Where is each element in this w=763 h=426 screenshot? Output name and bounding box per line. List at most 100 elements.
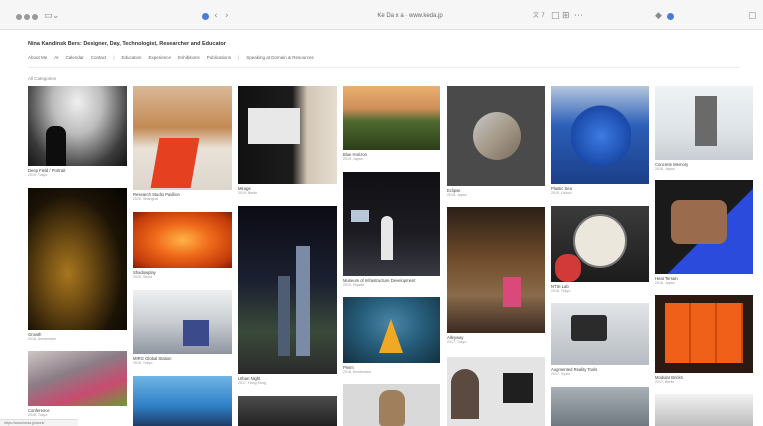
project-thumbnail[interactable]: [343, 86, 440, 150]
project-meta: 2019, Tokyo: [28, 173, 48, 177]
nav-publications[interactable]: Publications: [207, 54, 231, 62]
project-thumbnail[interactable]: [655, 394, 753, 426]
nav-separator: |: [238, 55, 240, 60]
nav-experience[interactable]: Experience: [149, 54, 172, 62]
project-card[interactable]: Growth 2018, Amsterdam: [28, 188, 127, 343]
screen-shape: [248, 108, 300, 144]
project-thumbnail[interactable]: [28, 188, 127, 330]
project-thumbnail[interactable]: [551, 86, 649, 184]
close-window-button[interactable]: [16, 14, 22, 20]
disc-shape: [473, 112, 521, 160]
project-thumbnail[interactable]: [28, 86, 127, 166]
project-thumbnail[interactable]: [133, 376, 232, 426]
project-card[interactable]: Deep Field / Portrait 2019, Tokyo: [28, 86, 127, 180]
project-thumbnail[interactable]: [551, 387, 649, 426]
project-thumbnail[interactable]: [655, 180, 753, 274]
bookmark-icon[interactable]: ⊞: [562, 10, 570, 22]
tabs-overview-icon[interactable]: ▢: [748, 10, 757, 22]
project-card[interactable]: Modular Bricks 2017, Berlin: [655, 295, 753, 387]
nav-education[interactable]: Education: [121, 54, 141, 62]
project-card[interactable]: Eclipse 2018, Japan: [447, 86, 545, 200]
project-thumbnail[interactable]: [343, 384, 440, 426]
person-shape: [451, 369, 479, 419]
category-filter[interactable]: All Categories: [28, 76, 56, 81]
project-card[interactable]: Conference 2016, Tokyo: [28, 351, 127, 426]
project-card[interactable]: MIRG Global Station 2018, Tokyo: [133, 290, 232, 370]
share-icon[interactable]: □: [551, 10, 560, 22]
frame-shape: [503, 373, 533, 403]
glove-shape: [571, 96, 631, 176]
project-card[interactable]: [551, 387, 649, 426]
project-thumbnail[interactable]: [133, 212, 232, 268]
project-card[interactable]: Alleyway 2017, Tokyo: [447, 207, 545, 347]
nav-exhibitions[interactable]: Exhibitions: [178, 54, 200, 62]
site-nav: About Me AI Calendar Contact | Education…: [28, 54, 314, 62]
project-card[interactable]: [343, 384, 440, 426]
project-meta: 2019, Lisbon: [551, 191, 572, 195]
project-meta: 2018, Amsterdam: [343, 370, 372, 374]
chevron-down-icon[interactable]: ⌄: [52, 10, 60, 22]
extension-icon[interactable]: ◆: [655, 10, 662, 22]
nav-calendar[interactable]: Calendar: [66, 54, 84, 62]
project-thumbnail[interactable]: [343, 297, 440, 363]
nav-separator: |: [113, 55, 115, 60]
project-thumbnail[interactable]: [28, 351, 127, 406]
project-thumbnail[interactable]: [447, 357, 545, 426]
project-card[interactable]: Prism 2018, Amsterdam: [343, 297, 440, 377]
divider: [28, 67, 740, 68]
badge-shape: [573, 214, 627, 268]
shield-icon[interactable]: [202, 13, 209, 20]
back-icon[interactable]: ‹: [214, 10, 218, 22]
project-card[interactable]: Concrete Memory 2016, Japan: [655, 86, 753, 174]
project-thumbnail[interactable]: [238, 86, 337, 184]
project-card[interactable]: Plastic Sea 2019, Lisbon: [551, 86, 649, 198]
project-card[interactable]: [238, 396, 337, 426]
project-thumbnail[interactable]: [133, 290, 232, 354]
project-card[interactable]: Urban Night 2017, Hong Kong: [238, 206, 337, 390]
more-icon[interactable]: ⋯: [574, 10, 583, 22]
project-meta: 2018, Tokyo: [133, 361, 153, 365]
project-card[interactable]: [655, 394, 753, 426]
translate-icon[interactable]: 文: [533, 10, 539, 22]
project-card[interactable]: Augmented Reality Tools 2017, Kyoto: [551, 303, 649, 381]
address-bar[interactable]: Ke Da x a · www.keda.jp: [355, 12, 465, 21]
project-card[interactable]: [447, 357, 545, 426]
project-card[interactable]: Heat Terrain 2018, Japan: [655, 180, 753, 288]
project-meta: 2019, Riyadh: [343, 283, 365, 287]
nav-ai[interactable]: AI: [54, 54, 58, 62]
project-meta: 2017, Hong Kong: [238, 381, 266, 385]
project-thumbnail[interactable]: [551, 303, 649, 365]
project-thumbnail[interactable]: [447, 86, 545, 186]
nav-speaking[interactable]: Speaking at Domain & Resources: [246, 54, 314, 62]
project-thumbnail[interactable]: [343, 172, 440, 276]
project-thumbnail[interactable]: [655, 86, 753, 160]
project-card[interactable]: Museum of Infrastructure Development 201…: [343, 172, 440, 290]
project-thumbnail[interactable]: [238, 396, 337, 426]
browser-window: ▭ ⌄ ‹ › Ke Da x a · www.keda.jp 文 7 □ ⊞ …: [0, 0, 763, 426]
nav-about[interactable]: About Me: [28, 54, 47, 62]
forward-icon[interactable]: ›: [225, 10, 229, 22]
project-thumbnail[interactable]: [133, 86, 232, 190]
project-thumbnail[interactable]: [655, 295, 753, 373]
tab-count-badge: 7: [541, 12, 545, 19]
tower-shape: [296, 246, 310, 356]
project-card[interactable]: Shadowplay 2020, Seoul: [133, 212, 232, 282]
project-card[interactable]: Mirage 2019, Berlin: [238, 86, 337, 198]
zoom-window-button[interactable]: [32, 14, 38, 20]
project-meta: 2019, Japan: [343, 157, 363, 161]
project-card[interactable]: [133, 376, 232, 426]
project-card[interactable]: NTSI Lab 2018, Tokyo: [551, 206, 649, 298]
screen-shape: [351, 210, 369, 222]
profile-icon[interactable]: [667, 13, 674, 20]
project-card[interactable]: Blue Horizon 2019, Japan: [343, 86, 440, 164]
prism-shape: [379, 319, 403, 353]
project-thumbnail[interactable]: [551, 206, 649, 282]
project-thumbnail[interactable]: [447, 207, 545, 333]
red-carpet-shape: [150, 138, 200, 188]
nav-contact[interactable]: Contact: [91, 54, 107, 62]
project-thumbnail[interactable]: [238, 206, 337, 374]
project-meta: 2018, Amsterdam: [28, 337, 57, 341]
project-card[interactable]: Research Studio Pavilion 2020, Shanghai: [133, 86, 232, 204]
status-bar: https://www.keda.jp/work/: [0, 419, 78, 426]
minimize-window-button[interactable]: [24, 14, 30, 20]
